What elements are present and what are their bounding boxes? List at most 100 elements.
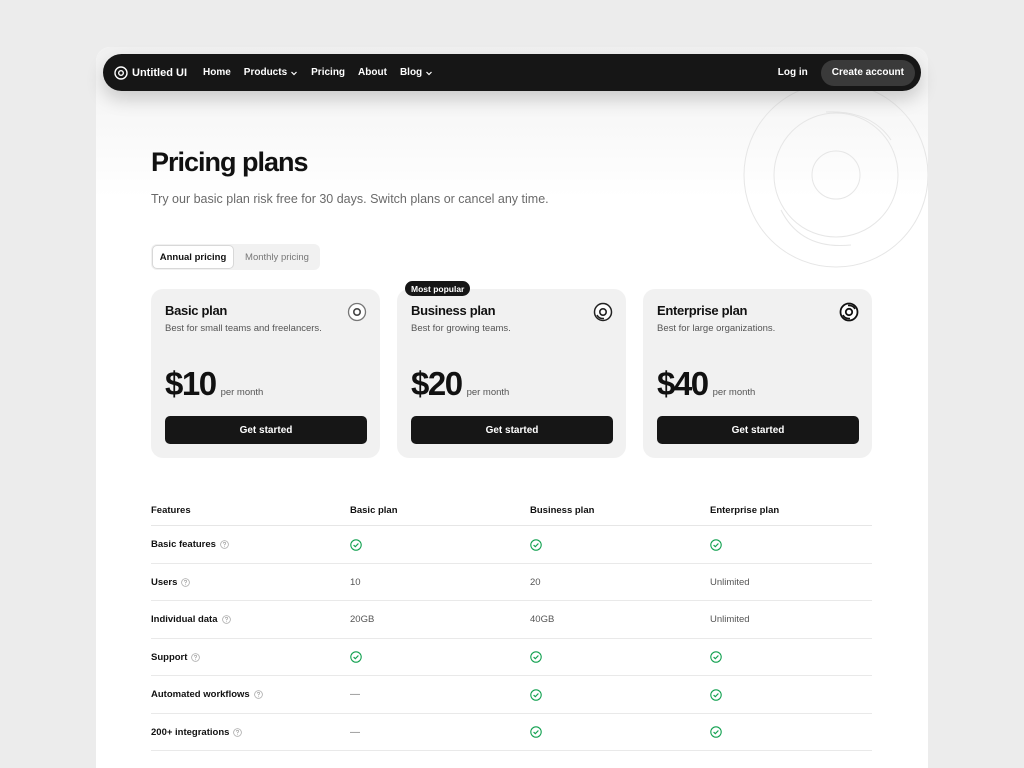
value-cell: 20 [530,576,541,588]
plan-card-basic: Basic plan Best for small teams and free… [151,289,380,458]
get-started-button[interactable]: Get started [657,416,859,444]
value-cell: Unlimited [710,576,750,588]
feature-cell: Automated workflows [151,676,263,714]
value-cell: Unlimited [710,614,750,626]
price-row: $10 per month [165,365,263,403]
nav-actions: Log in Create account [778,59,915,86]
table-row: Basic features [151,526,872,564]
help-circle-icon[interactable] [253,690,263,700]
table-row: Support [151,639,872,677]
plan-name: Enterprise plan [657,303,748,318]
value-cell: 40GB [530,614,555,626]
nav-item-about[interactable]: About [358,67,387,78]
value-cell: 20GB [350,614,375,626]
feature-label: Support [151,651,188,663]
check-circle-icon [530,639,542,677]
price-period: per month [220,387,264,398]
decorative-logo-watermark [743,82,928,268]
pricing-period-toggle: Annual pricing Monthly pricing [151,244,320,270]
header-basic: Basic plan [350,505,398,516]
not-included-dash: — [350,689,360,701]
nav-links: Home Products Pricing About Blog [203,67,446,78]
nav-item-label: About [358,67,387,78]
feature-label: Automated workflows [151,689,250,701]
plan-card-enterprise: Enterprise plan Best for large organizat… [643,289,872,458]
feature-cell: Users [151,564,191,602]
basic-plan-icon [347,302,367,322]
plan-description: Best for small teams and freelancers. [165,323,322,334]
header-business: Business plan [530,505,595,516]
check-circle-icon [530,526,542,564]
feature-cell: Support [151,639,201,677]
plan-description: Best for growing teams. [411,323,511,334]
feature-label: Basic features [151,539,216,551]
page-title: Pricing plans [151,147,309,177]
feature-cell: 200+ integrations [151,714,243,752]
plan-card-business: Business plan Best for growing teams. $2… [397,289,626,458]
brand[interactable]: Untitled UI [114,65,187,80]
help-circle-icon[interactable] [191,652,201,662]
feature-label: Users [151,576,178,588]
nav-item-blog[interactable]: Blog [400,67,433,78]
plan-price: $10 [165,365,217,402]
help-circle-icon[interactable] [221,615,231,625]
table-row: Automated workflows — [151,676,872,714]
plan-price: $20 [411,365,463,402]
plan-description: Best for large organizations. [657,323,776,334]
check-circle-icon [710,526,722,564]
feature-cell: Individual data [151,601,231,639]
feature-cell: Basic features [151,526,229,564]
price-row: $40 per month [657,365,755,403]
login-link[interactable]: Log in [778,67,808,78]
plan-price: $40 [657,365,709,402]
get-started-button[interactable]: Get started [411,416,613,444]
nav-item-pricing[interactable]: Pricing [311,67,345,78]
check-circle-icon [710,676,722,714]
nav-item-label: Pricing [311,67,346,78]
check-circle-icon [350,639,362,677]
check-circle-icon [710,639,722,677]
chevron-down-icon [291,71,298,75]
top-navbar: Untitled UI Home Products Pricing About … [103,54,921,91]
page-subtitle: Try our basic plan risk free for 30 days… [151,192,549,206]
create-account-button[interactable]: Create account [820,59,915,86]
get-started-button[interactable]: Get started [165,416,367,444]
brand-name: Untitled UI [132,66,187,79]
check-circle-icon [710,714,722,752]
table-row: Users 10 20 Unlimited [151,564,872,602]
table-row: Individual data 20GB 40GB Unlimited [151,601,872,639]
feature-label: 200+ integrations [151,726,230,738]
header-enterprise: Enterprise plan [710,505,780,516]
plan-name: Business plan [411,303,496,318]
help-circle-icon[interactable] [233,727,243,737]
check-circle-icon [530,714,542,752]
nav-item-label: Blog [399,67,423,78]
nav-item-products[interactable]: Products [244,67,298,78]
price-row: $20 per month [411,365,509,403]
check-circle-icon [350,526,362,564]
table-header: Features Basic plan Business plan Enterp… [151,497,872,526]
enterprise-plan-icon [839,302,859,322]
business-plan-icon [593,302,613,322]
check-circle-icon [530,676,542,714]
feature-comparison-table: Features Basic plan Business plan Enterp… [151,497,872,751]
most-popular-badge: Most popular [405,281,471,296]
nav-item-label: Home [203,67,231,78]
price-period: per month [712,387,756,398]
table-row: 200+ integrations — [151,714,872,752]
price-period: per month [466,387,510,398]
monthly-pricing-tab[interactable]: Monthly pricing [235,245,319,269]
help-circle-icon[interactable] [220,540,229,550]
table-body: Basic features Users 10 20 Unlimited Individu… [151,526,872,751]
header-features: Features [151,505,191,516]
annual-pricing-tab[interactable]: Annual pricing [152,245,234,269]
nav-item-home[interactable]: Home [203,67,231,78]
nav-item-label: Products [243,67,288,78]
not-included-dash: — [350,726,360,738]
brand-logo-icon [114,65,128,80]
feature-label: Individual data [151,614,218,626]
help-circle-icon[interactable] [181,577,191,587]
chevron-down-icon [426,71,433,75]
plan-name: Basic plan [165,303,228,318]
value-cell: 10 [350,576,361,588]
